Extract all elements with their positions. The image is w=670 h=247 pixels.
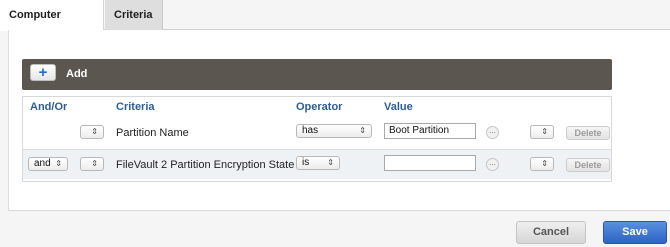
- criteria-label: FileVault 2 Partition Encryption State: [116, 159, 295, 171]
- close-paren-select[interactable]: ⇕: [530, 157, 554, 171]
- delete-button[interactable]: Delete: [566, 158, 610, 172]
- add-label[interactable]: Add: [66, 68, 87, 80]
- tab-computer-group[interactable]: Computer Group: [0, 0, 104, 51]
- header-operator: Operator: [296, 101, 343, 113]
- ellipsis-icon[interactable]: ...: [486, 158, 499, 171]
- value-input[interactable]: Boot Partition: [384, 123, 476, 139]
- close-paren-select[interactable]: ⇕: [530, 125, 554, 139]
- header-value: Value: [384, 101, 413, 113]
- stepper-icon: ⇕: [327, 158, 334, 167]
- delete-button[interactable]: Delete: [566, 126, 610, 140]
- header-and-or: And/Or: [30, 101, 68, 113]
- header-criteria: Criteria: [116, 101, 155, 113]
- cancel-button[interactable]: Cancel: [516, 221, 586, 244]
- criteria-toolbar: + Add: [22, 59, 612, 90]
- open-paren-select[interactable]: ⇕: [80, 157, 104, 171]
- ellipsis-icon[interactable]: ...: [486, 126, 499, 139]
- plus-icon: +: [38, 64, 48, 81]
- add-criteria-button[interactable]: +: [30, 64, 56, 81]
- stepper-icon: ⇕: [91, 127, 98, 136]
- operator-select[interactable]: is ⇕: [296, 156, 340, 170]
- criteria-label: Partition Name: [116, 127, 189, 139]
- and-or-select[interactable]: and ⇕: [28, 157, 68, 171]
- tab-criteria[interactable]: Criteria: [105, 0, 163, 30]
- stepper-icon: ⇕: [541, 159, 548, 168]
- save-button[interactable]: Save: [603, 221, 667, 244]
- tab-bar: Computer Group Criteria: [0, 0, 670, 51]
- stepper-icon: ⇕: [541, 127, 548, 136]
- operator-select[interactable]: has ⇕: [296, 124, 372, 138]
- value-input[interactable]: [384, 155, 476, 171]
- stepper-icon: ⇕: [91, 159, 98, 168]
- stepper-icon: ⇕: [359, 126, 366, 135]
- open-paren-select[interactable]: ⇕: [80, 125, 104, 139]
- stepper-icon: ⇕: [55, 159, 62, 168]
